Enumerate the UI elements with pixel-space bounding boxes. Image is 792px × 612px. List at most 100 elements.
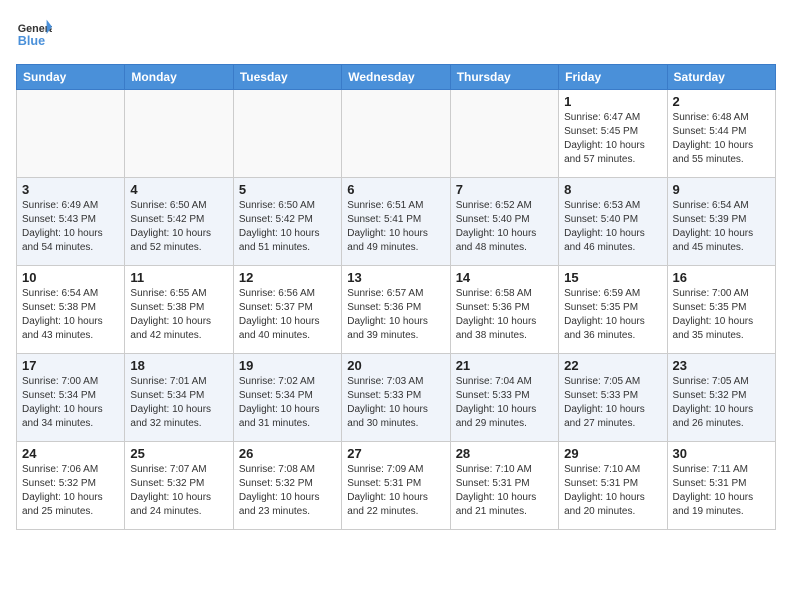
day-number: 28 (456, 446, 553, 461)
day-info: Sunrise: 7:01 AM Sunset: 5:34 PM Dayligh… (130, 375, 227, 431)
day-number: 16 (673, 270, 770, 285)
day-number: 1 (564, 94, 661, 109)
calendar-cell: 9Sunrise: 6:54 AM Sunset: 5:39 PM Daylig… (667, 178, 775, 266)
day-info: Sunrise: 7:04 AM Sunset: 5:33 PM Dayligh… (456, 375, 553, 431)
day-info: Sunrise: 7:05 AM Sunset: 5:32 PM Dayligh… (673, 375, 770, 431)
day-number: 6 (347, 182, 444, 197)
calendar-cell (233, 90, 341, 178)
calendar-cell: 3 Sunrise: 6:49 AM Sunset: 5:43 PM Daylig… (17, 178, 125, 266)
calendar-cell (450, 90, 558, 178)
day-info: Sunrise: 6:53 AM Sunset: 5:40 PM Dayligh… (564, 199, 661, 255)
calendar-cell: 4 Sunrise: 6:50 AM Sunset: 5:42 PM Daylig… (125, 178, 233, 266)
day-number: 30 (673, 446, 770, 461)
weekday-header-saturday: Saturday (667, 65, 775, 90)
calendar-cell: 28 Sunrise: 7:10 AM Sunset: 5:31 PM Dayli… (450, 442, 558, 530)
calendar-cell: 19Sunrise: 7:02 AM Sunset: 5:34 PM Dayli… (233, 354, 341, 442)
calendar-cell: 30Sunrise: 7:11 AM Sunset: 5:31 PM Dayli… (667, 442, 775, 530)
day-info: Sunrise: 6:58 AM Sunset: 5:36 PM Dayligh… (456, 287, 553, 343)
day-info: Sunrise: 7:00 AM Sunset: 5:35 PM Dayligh… (673, 287, 770, 343)
weekday-header-sunday: Sunday (17, 65, 125, 90)
calendar-cell: 7 Sunrise: 6:52 AM Sunset: 5:40 PM Daylig… (450, 178, 558, 266)
weekday-header-monday: Monday (125, 65, 233, 90)
day-info: Sunrise: 6:51 AM Sunset: 5:41 PM Dayligh… (347, 199, 444, 255)
calendar-week-row: 3 Sunrise: 6:49 AM Sunset: 5:43 PM Daylig… (17, 178, 776, 266)
calendar-cell: 12 Sunrise: 6:56 AM Sunset: 5:37 PM Dayli… (233, 266, 341, 354)
day-number: 25 (130, 446, 227, 461)
day-info: Sunrise: 6:59 AM Sunset: 5:35 PM Dayligh… (564, 287, 661, 343)
calendar-cell: 2 Sunrise: 6:48 AM Sunset: 5:44 PM Daylig… (667, 90, 775, 178)
day-info: Sunrise: 7:06 AM Sunset: 5:32 PM Dayligh… (22, 463, 119, 519)
day-number: 4 (130, 182, 227, 197)
calendar-cell: 16 Sunrise: 7:00 AM Sunset: 5:35 PM Dayli… (667, 266, 775, 354)
day-info: Sunrise: 6:47 AM Sunset: 5:45 PM Dayligh… (564, 111, 661, 167)
day-number: 3 (22, 182, 119, 197)
calendar-cell: 8Sunrise: 6:53 AM Sunset: 5:40 PM Daylig… (559, 178, 667, 266)
day-number: 11 (130, 270, 227, 285)
calendar-week-row: 17 Sunrise: 7:00 AM Sunset: 5:34 PM Dayli… (17, 354, 776, 442)
day-number: 22 (564, 358, 661, 373)
day-number: 10 (22, 270, 119, 285)
day-number: 21 (456, 358, 553, 373)
day-info: Sunrise: 6:54 AM Sunset: 5:38 PM Dayligh… (22, 287, 119, 343)
day-number: 23 (673, 358, 770, 373)
calendar-cell: 27Sunrise: 7:09 AM Sunset: 5:31 PM Dayli… (342, 442, 450, 530)
calendar-cell: 22 Sunrise: 7:05 AM Sunset: 5:33 PM Dayli… (559, 354, 667, 442)
logo-icon: GeneralBlue (16, 16, 52, 52)
calendar-cell (125, 90, 233, 178)
weekday-header-tuesday: Tuesday (233, 65, 341, 90)
page-header: GeneralBlue (16, 16, 776, 52)
calendar-body: 1 Sunrise: 6:47 AM Sunset: 5:45 PM Daylig… (17, 90, 776, 530)
day-number: 29 (564, 446, 661, 461)
day-info: Sunrise: 6:49 AM Sunset: 5:43 PM Dayligh… (22, 199, 119, 255)
day-number: 13 (347, 270, 444, 285)
day-info: Sunrise: 6:56 AM Sunset: 5:37 PM Dayligh… (239, 287, 336, 343)
day-number: 20 (347, 358, 444, 373)
svg-text:Blue: Blue (18, 34, 45, 48)
day-number: 24 (22, 446, 119, 461)
day-info: Sunrise: 6:48 AM Sunset: 5:44 PM Dayligh… (673, 111, 770, 167)
calendar-cell: 20 Sunrise: 7:03 AM Sunset: 5:33 PM Dayli… (342, 354, 450, 442)
day-number: 12 (239, 270, 336, 285)
calendar-cell: 13 Sunrise: 6:57 AM Sunset: 5:36 PM Dayli… (342, 266, 450, 354)
calendar-cell: 6 Sunrise: 6:51 AM Sunset: 5:41 PM Daylig… (342, 178, 450, 266)
calendar-cell (17, 90, 125, 178)
weekday-header-thursday: Thursday (450, 65, 558, 90)
day-number: 19 (239, 358, 336, 373)
calendar-cell: 17 Sunrise: 7:00 AM Sunset: 5:34 PM Dayli… (17, 354, 125, 442)
calendar-cell: 18Sunrise: 7:01 AM Sunset: 5:34 PM Dayli… (125, 354, 233, 442)
day-info: Sunrise: 7:05 AM Sunset: 5:33 PM Dayligh… (564, 375, 661, 431)
day-number: 7 (456, 182, 553, 197)
calendar-cell: 1 Sunrise: 6:47 AM Sunset: 5:45 PM Daylig… (559, 90, 667, 178)
day-info: Sunrise: 7:00 AM Sunset: 5:34 PM Dayligh… (22, 375, 119, 431)
day-number: 14 (456, 270, 553, 285)
day-info: Sunrise: 7:10 AM Sunset: 5:31 PM Dayligh… (456, 463, 553, 519)
day-info: Sunrise: 6:50 AM Sunset: 5:42 PM Dayligh… (239, 199, 336, 255)
day-info: Sunrise: 6:55 AM Sunset: 5:38 PM Dayligh… (130, 287, 227, 343)
weekday-header-wednesday: Wednesday (342, 65, 450, 90)
day-info: Sunrise: 7:10 AM Sunset: 5:31 PM Dayligh… (564, 463, 661, 519)
calendar-cell: 29 Sunrise: 7:10 AM Sunset: 5:31 PM Dayli… (559, 442, 667, 530)
logo: GeneralBlue (16, 16, 52, 52)
day-number: 15 (564, 270, 661, 285)
calendar-week-row: 1 Sunrise: 6:47 AM Sunset: 5:45 PM Daylig… (17, 90, 776, 178)
day-info: Sunrise: 7:07 AM Sunset: 5:32 PM Dayligh… (130, 463, 227, 519)
day-info: Sunrise: 6:54 AM Sunset: 5:39 PM Dayligh… (673, 199, 770, 255)
calendar-cell: 25 Sunrise: 7:07 AM Sunset: 5:32 PM Dayli… (125, 442, 233, 530)
calendar-cell: 11 Sunrise: 6:55 AM Sunset: 5:38 PM Dayli… (125, 266, 233, 354)
calendar-header: SundayMondayTuesdayWednesdayThursdayFrid… (17, 65, 776, 90)
calendar-week-row: 24 Sunrise: 7:06 AM Sunset: 5:32 PM Dayli… (17, 442, 776, 530)
day-info: Sunrise: 7:03 AM Sunset: 5:33 PM Dayligh… (347, 375, 444, 431)
calendar-cell: 26Sunrise: 7:08 AM Sunset: 5:32 PM Dayli… (233, 442, 341, 530)
calendar-cell: 15 Sunrise: 6:59 AM Sunset: 5:35 PM Dayli… (559, 266, 667, 354)
day-info: Sunrise: 6:50 AM Sunset: 5:42 PM Dayligh… (130, 199, 227, 255)
day-info: Sunrise: 7:08 AM Sunset: 5:32 PM Dayligh… (239, 463, 336, 519)
day-number: 17 (22, 358, 119, 373)
calendar-cell: 5 Sunrise: 6:50 AM Sunset: 5:42 PM Daylig… (233, 178, 341, 266)
calendar-week-row: 10 Sunrise: 6:54 AM Sunset: 5:38 PM Dayli… (17, 266, 776, 354)
day-number: 2 (673, 94, 770, 109)
day-info: Sunrise: 6:57 AM Sunset: 5:36 PM Dayligh… (347, 287, 444, 343)
day-number: 5 (239, 182, 336, 197)
calendar-cell: 21 Sunrise: 7:04 AM Sunset: 5:33 PM Dayli… (450, 354, 558, 442)
day-info: Sunrise: 6:52 AM Sunset: 5:40 PM Dayligh… (456, 199, 553, 255)
day-info: Sunrise: 7:09 AM Sunset: 5:31 PM Dayligh… (347, 463, 444, 519)
